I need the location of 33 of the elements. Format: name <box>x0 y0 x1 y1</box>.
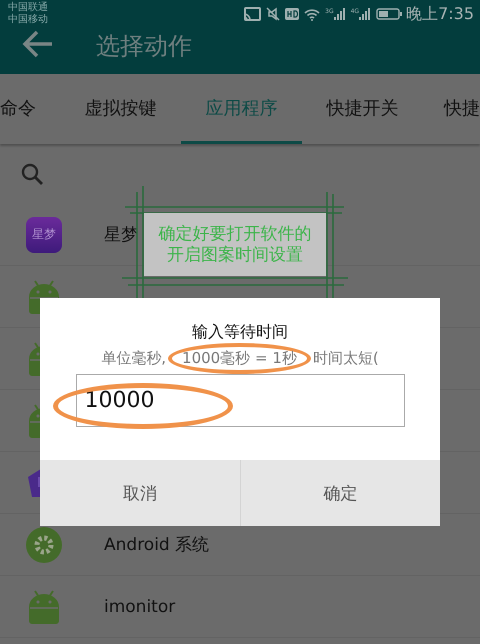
tab[interactable]: 命令 <box>0 74 60 144</box>
back-icon[interactable] <box>22 30 54 58</box>
tab[interactable]: 快捷开关 <box>302 74 423 144</box>
wifi-icon <box>304 8 320 20</box>
carrier-name: 中国联通 <box>8 2 49 14</box>
tab[interactable]: 虚拟按键 <box>60 74 181 144</box>
dialog-message: 单位毫秒, <box>101 349 166 367</box>
app-name: 星梦 <box>104 224 138 246</box>
dialog-button[interactable]: 取消 <box>40 460 240 526</box>
dialog-message: 时间太短( <box>312 349 379 367</box>
carrier-name: 中国移动 <box>8 14 49 26</box>
app-name: imonitor <box>104 596 176 616</box>
input-field[interactable]: 10000 <box>76 374 404 427</box>
app-icon: 星梦 <box>26 216 62 252</box>
android-icon <box>26 588 62 624</box>
hd-icon <box>285 8 300 20</box>
search-icon[interactable] <box>20 162 44 186</box>
battery-icon <box>376 8 402 20</box>
dialog-button[interactable]: 确定 <box>240 460 440 526</box>
clock-time: 晚上7:35 <box>406 4 474 24</box>
callout-text: 确定好要打开软件的 <box>158 224 312 244</box>
signal-icon <box>334 8 346 20</box>
settings-icon <box>26 526 62 562</box>
signal-icon <box>359 8 372 20</box>
app-name: Android 系统 <box>104 534 210 556</box>
tab[interactable]: 应用程序 <box>181 74 302 144</box>
dialog-title: 输入等待时间 <box>192 322 288 343</box>
cast-icon <box>243 7 262 21</box>
screen-title: 选择动作 <box>96 31 192 62</box>
mute-icon <box>266 7 280 21</box>
callout-text: 开启图案时间设置 <box>167 244 303 266</box>
dialog-message: 1000毫秒 = 1秒 <box>182 349 297 367</box>
tab[interactable]: 快捷 <box>423 74 480 144</box>
